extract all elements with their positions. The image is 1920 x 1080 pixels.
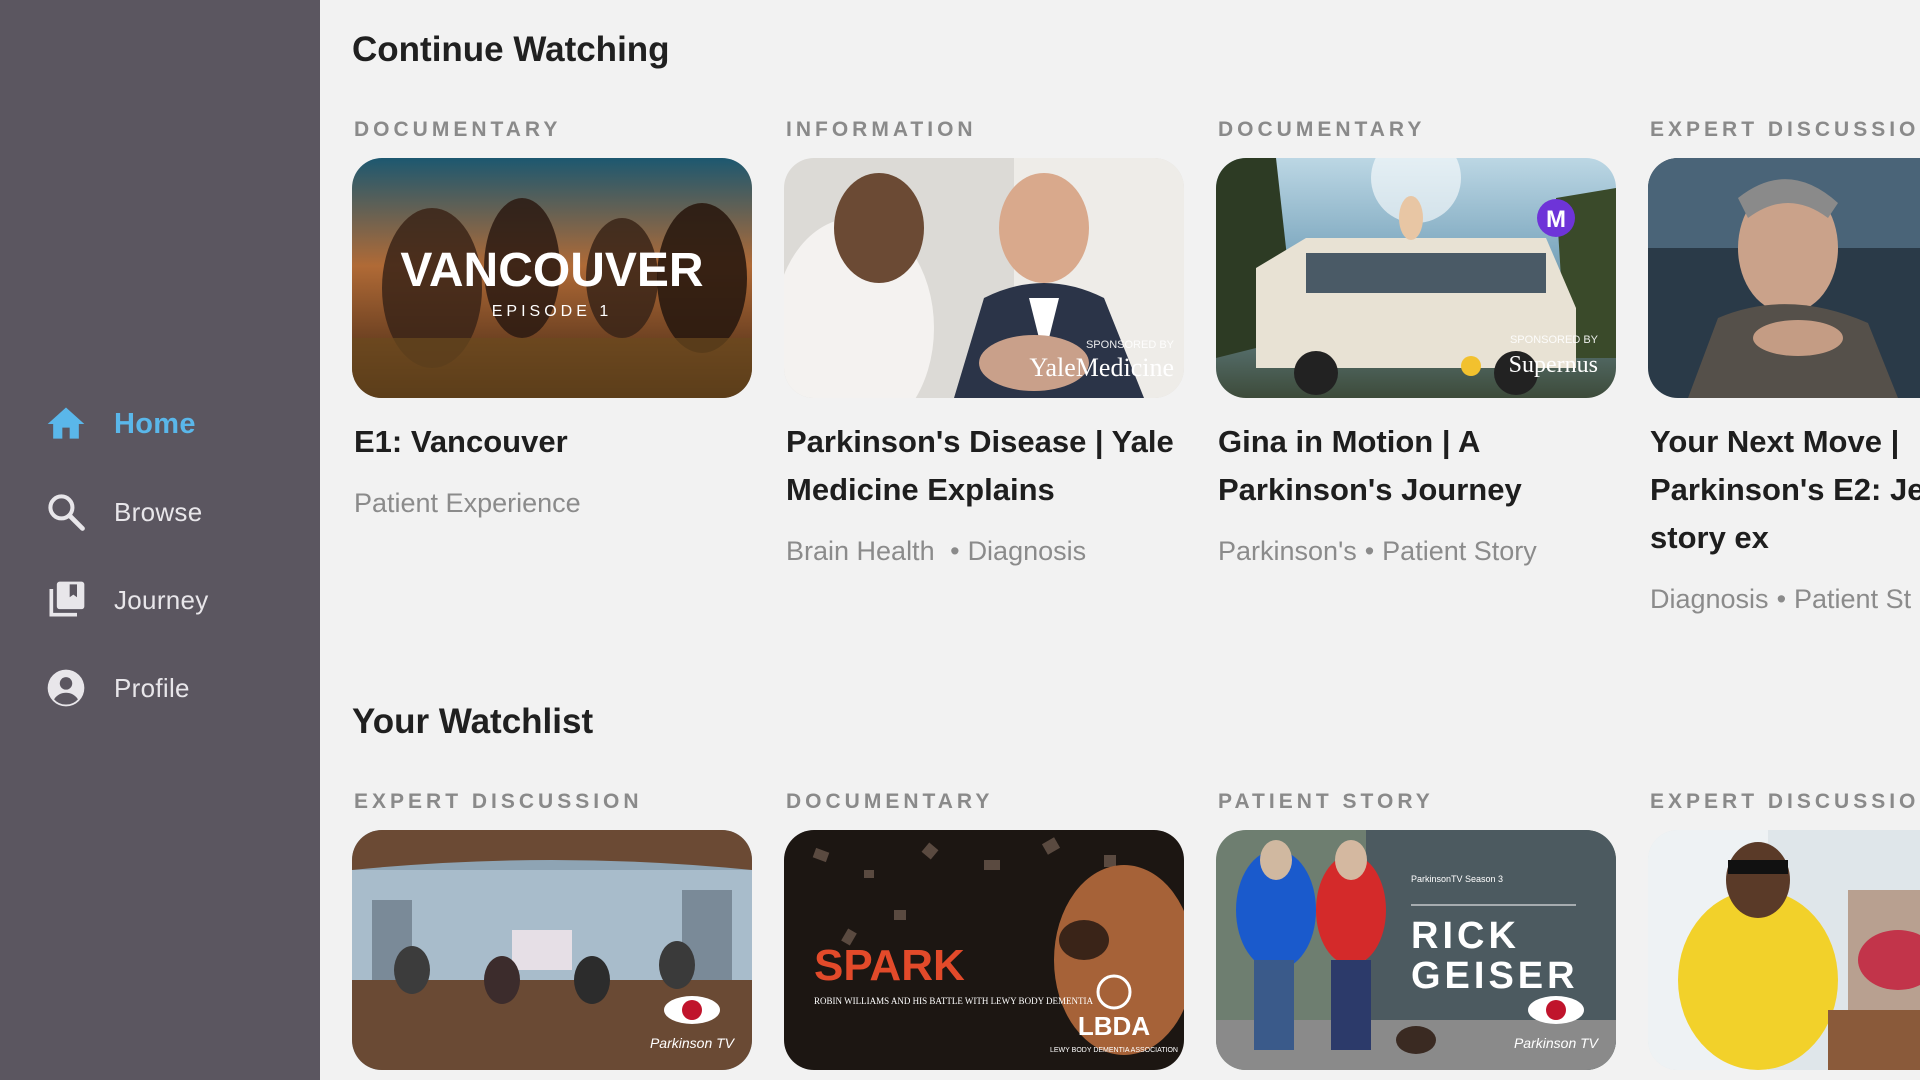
nav-item-label: Journey — [114, 584, 209, 615]
card-category: PATIENT STORY — [1218, 790, 1434, 813]
thumb-logo-sub: LEWY BODY DEMENTIA ASSOCIATION — [1050, 1047, 1178, 1054]
video-thumbnail[interactable]: M SPONSORED BY Supernus — [1216, 158, 1616, 398]
video-thumbnail[interactable]: Parkinson TV — [352, 830, 752, 1070]
thumb-badge: M — [1546, 206, 1566, 233]
thumb-sponsor: YaleMedicine — [1029, 353, 1174, 382]
nav-item-label: Browse — [114, 496, 203, 527]
card-category: INFORMATION — [786, 118, 977, 141]
card-tag: Brain Health — [786, 536, 935, 566]
card-title: Parkinson's Disease | Yale Medicine Expl… — [786, 424, 1174, 507]
video-card[interactable]: PATIENT STORY ParkinsonTV Season 3 RICK — [1216, 790, 1616, 1070]
card-category: EXPERT DISCUSSION — [354, 790, 643, 813]
section-title-watchlist: Your Watchlist — [352, 702, 594, 741]
library-icon — [44, 578, 88, 622]
card-title: Gina in Motion | A Parkinson's Journey — [1218, 424, 1522, 507]
video-thumbnail[interactable]: VANCOUVER EPISODE 1 — [352, 158, 752, 398]
thumb-logo: LBDA — [1078, 1011, 1150, 1041]
search-icon — [44, 490, 88, 534]
video-card[interactable]: DOCUMENTARY SPARK ROBIN WILLIAMS AND HIS… — [784, 790, 1184, 1070]
thumb-sponsor: Supernus — [1509, 352, 1598, 378]
video-card[interactable]: EXPERT DISCUSSION Parkinson TV — [352, 790, 752, 1070]
card-tag: Patient Story — [1382, 536, 1537, 566]
card-tags: Patient Experience — [354, 488, 774, 519]
video-thumbnail[interactable]: ParkinsonTV Season 3 RICK GEISER Parkins… — [1216, 830, 1616, 1070]
nav-item-label: Home — [114, 407, 196, 440]
thumb-headline: VANCOUVER — [400, 244, 703, 297]
video-card[interactable]: EXPERT DISCUSSION — [1648, 790, 1920, 1070]
card-tags: Parkinson's • Patient Story — [1218, 536, 1638, 567]
account-icon — [44, 666, 88, 710]
tag-separator: • — [1364, 536, 1375, 566]
card-tags: Brain Health • Diagnosis — [786, 536, 1206, 567]
thumb-headline: SPARK — [814, 941, 965, 990]
card-tag: Diagnosis — [967, 536, 1087, 566]
video-card[interactable]: DOCUMENTARY M SPONSORED BY Supernus Gina… — [1216, 118, 1616, 566]
nav-item-browse[interactable]: Browse — [0, 468, 320, 556]
card-tag: Diagnosis — [1650, 584, 1769, 614]
video-card[interactable]: INFORMATION SPONSORED BY YaleMedicine Pa… — [784, 118, 1184, 566]
nav-item-label: Profile — [114, 672, 190, 703]
thumb-subline: ROBIN WILLIAMS AND HIS BATTLE WITH LEWY … — [814, 996, 1093, 1006]
card-title: E1: Vancouver — [354, 424, 568, 459]
card-category: EXPERT DISCUSSION — [1650, 790, 1920, 813]
main-content: Continue Watching DOCUMENTARY VANCOUVER … — [320, 0, 1920, 1080]
watchlist-row: EXPERT DISCUSSION Parkinson TV DOCUMENTA… — [352, 790, 1920, 1080]
card-category: DOCUMENTARY — [1218, 118, 1426, 141]
video-thumbnail[interactable] — [1648, 158, 1920, 398]
card-category: EXPERT DISCUSSION — [1650, 118, 1920, 141]
card-title: Your Next Move | Parkinson's E2: Jeff's … — [1650, 424, 1920, 555]
nav-item-home[interactable]: Home — [0, 380, 320, 468]
card-tag: Patient St — [1794, 584, 1912, 614]
video-card[interactable]: EXPERT DISCUSSION Your Next Move | Parki… — [1648, 118, 1920, 614]
card-tags: Diagnosis • Patient St — [1650, 584, 1920, 615]
video-thumbnail[interactable] — [1648, 830, 1920, 1070]
nav-menu: Home Browse Journey Profile — [0, 380, 320, 732]
thumb-headline: GEISER — [1411, 955, 1579, 997]
thumb-brand: Parkinson TV — [1514, 1035, 1600, 1051]
card-tag: Patient Experience — [354, 488, 581, 518]
card-category: DOCUMENTARY — [354, 118, 562, 141]
thumb-brand: Parkinson TV — [650, 1035, 736, 1051]
tag-separator: • — [1776, 584, 1787, 614]
card-tag: Parkinson's — [1218, 536, 1357, 566]
thumb-subline: EPISODE 1 — [492, 303, 612, 320]
sidebar: Home Browse Journey Profile — [0, 0, 320, 1080]
video-thumbnail[interactable]: SPARK ROBIN WILLIAMS AND HIS BATTLE WITH… — [784, 830, 1184, 1070]
video-thumbnail[interactable]: SPONSORED BY YaleMedicine — [784, 158, 1184, 398]
thumb-sponsor-label: SPONSORED BY — [1510, 334, 1599, 346]
nav-item-profile[interactable]: Profile — [0, 644, 320, 732]
section-title-continue-watching: Continue Watching — [352, 30, 670, 69]
continue-watching-row: DOCUMENTARY VANCOUVER EPISODE 1 E1: Vanc… — [352, 118, 1920, 718]
video-card[interactable]: DOCUMENTARY VANCOUVER EPISODE 1 E1: Vanc… — [352, 118, 752, 518]
thumb-headline: RICK — [1411, 915, 1520, 957]
card-category: DOCUMENTARY — [786, 790, 994, 813]
thumb-sponsor-label: SPONSORED BY — [1086, 339, 1175, 351]
home-icon — [44, 402, 88, 446]
nav-item-journey[interactable]: Journey — [0, 556, 320, 644]
thumb-kicker: ParkinsonTV Season 3 — [1411, 874, 1503, 884]
tag-separator: • — [942, 536, 960, 566]
